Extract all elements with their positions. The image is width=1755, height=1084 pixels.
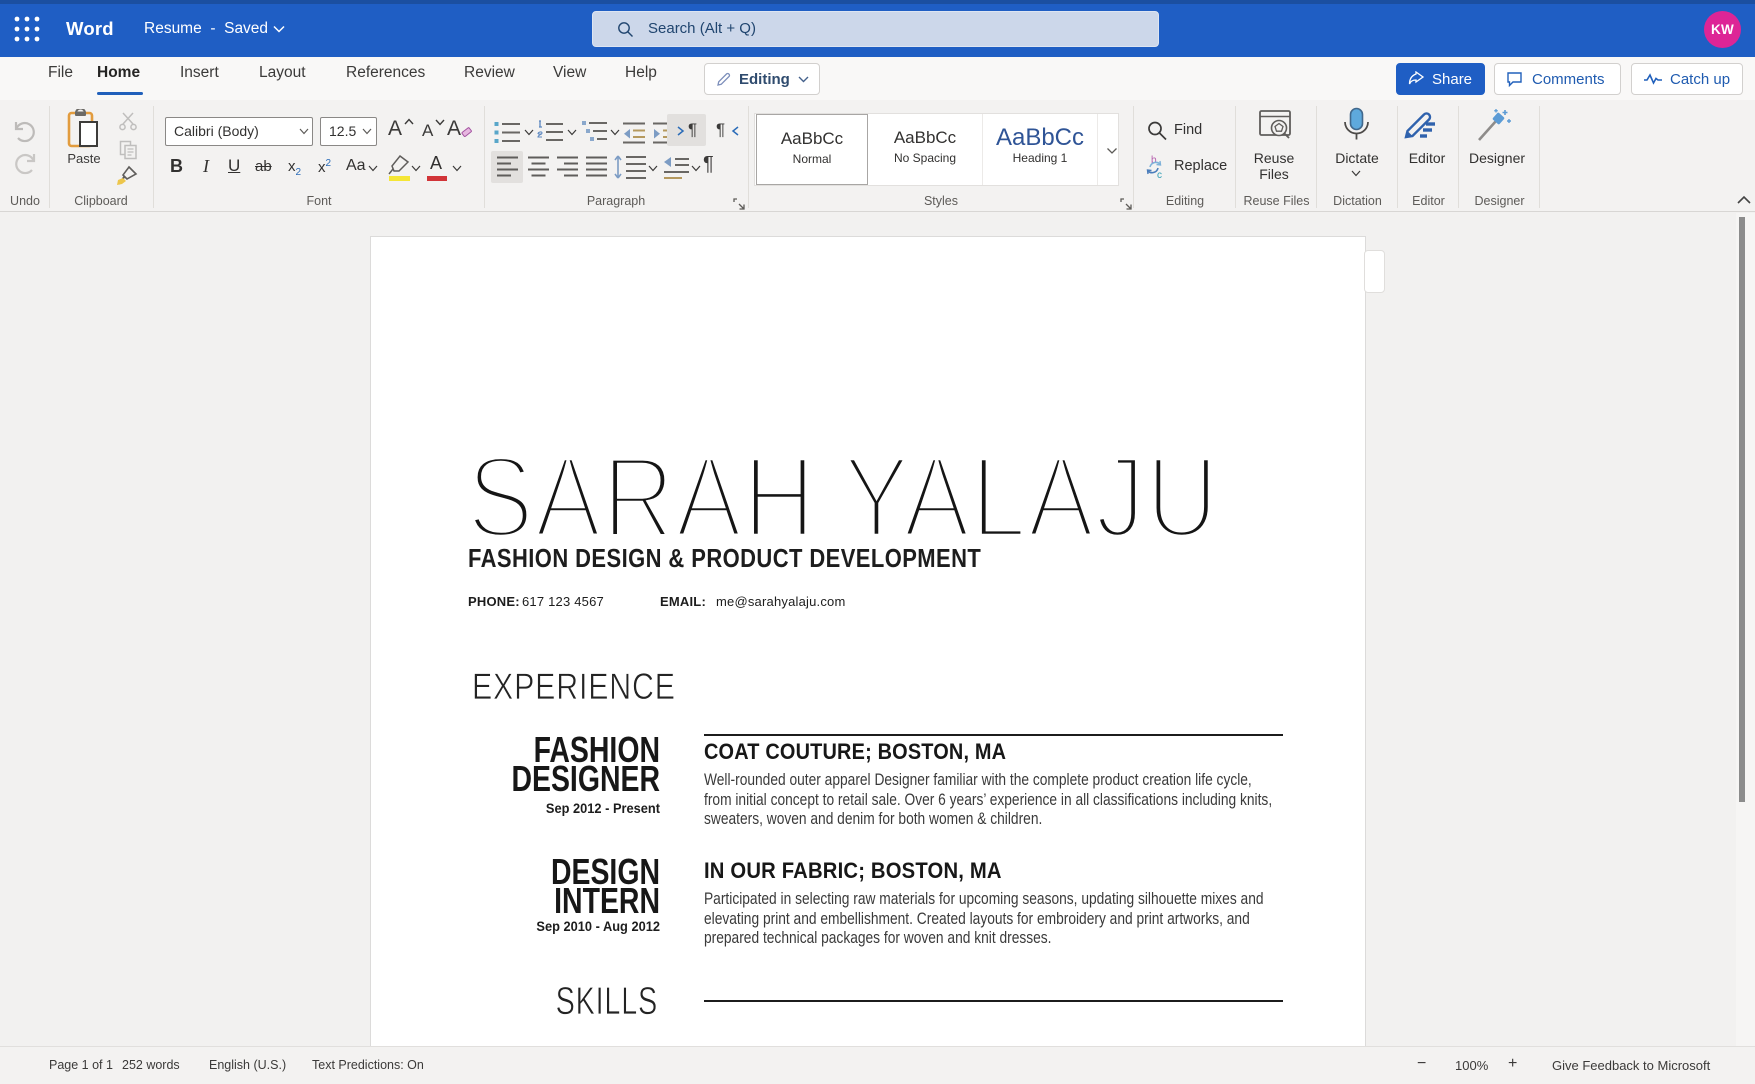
svg-text:c: c (1157, 170, 1162, 180)
